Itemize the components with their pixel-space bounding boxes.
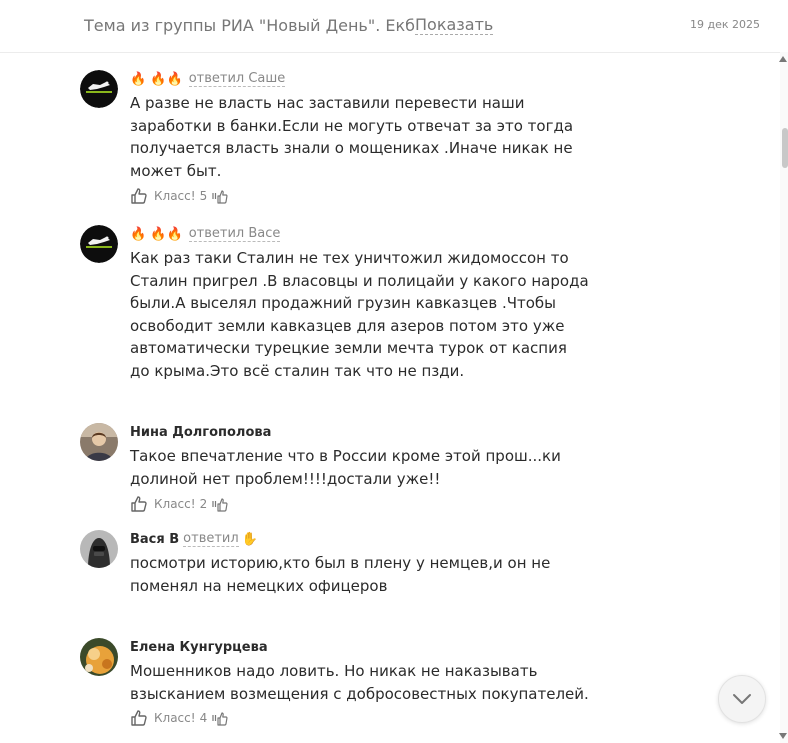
fire-emoji-icon: 🔥 🔥🔥 <box>130 226 183 242</box>
topic-header: Тема из группы РИА "Новый День". Екб Пок… <box>0 0 780 53</box>
post-date: 19 дек 2025 <box>689 18 760 31</box>
avatar[interactable] <box>80 225 118 263</box>
comment-author[interactable]: Вася В <box>130 532 179 547</box>
scroll-down-arrow-icon[interactable] <box>779 733 787 739</box>
thumbs-up-icon <box>131 496 147 512</box>
avatar[interactable] <box>80 423 118 461</box>
comment-header: 🔥 🔥🔥 ответил Саше <box>130 70 286 88</box>
avatar[interactable] <box>80 638 118 676</box>
show-link[interactable]: Показать <box>415 16 494 35</box>
comment-author[interactable]: Елена Кунгурцева <box>130 640 268 655</box>
avatar-logo-icon <box>80 225 118 263</box>
comment-text: Как раз таки Сталин не тех уничтожил жид… <box>130 249 589 380</box>
avatar-photo-icon <box>80 638 118 676</box>
class-share-icon <box>212 498 228 512</box>
chevron-down-icon <box>733 694 751 704</box>
klass-count: 5 <box>199 189 208 203</box>
comment-author[interactable]: Нина Долгополова <box>130 425 271 440</box>
klass-count: 4 <box>199 711 208 725</box>
avatar-photo-icon <box>80 423 118 461</box>
klass-button[interactable]: Класс! 5 <box>130 187 228 205</box>
avatar[interactable] <box>80 70 118 108</box>
comment-text: Мошенников надо ловить. Но никак не нака… <box>130 662 589 703</box>
hand-emoji-icon: ✋ <box>241 531 258 547</box>
thumbs-up-icon <box>131 710 147 726</box>
klass-label: Класс! <box>154 711 196 725</box>
comment-text: Такое впечатление что в России кроме это… <box>130 447 561 488</box>
thumbs-up-icon <box>131 188 147 204</box>
reply-target-link[interactable]: ответил Саше <box>188 71 286 87</box>
reply-target-link[interactable]: ответил <box>183 531 239 547</box>
scroll-up-arrow-icon[interactable] <box>779 56 787 62</box>
topic-title: Тема из группы РИА "Новый День". Екб <box>84 16 416 35</box>
klass-button[interactable]: Класс! 4 <box>130 709 228 727</box>
klass-count: 2 <box>199 497 208 511</box>
scrollbar-thumb[interactable] <box>782 128 788 168</box>
klass-button[interactable]: Класс! 2 <box>130 495 228 513</box>
comment-header: Вася В ответил ✋ <box>130 530 260 548</box>
comment-header: 🔥 🔥🔥 ответил Васе <box>130 225 281 243</box>
class-share-icon <box>212 190 228 204</box>
comment-text: посмотри историю,кто был в плену у немце… <box>130 554 551 595</box>
avatar-photo-icon <box>80 530 118 568</box>
comment-text: А разве не власть нас заставили перевест… <box>130 94 574 180</box>
reply-target-link[interactable]: ответил Васе <box>188 226 281 242</box>
class-share-icon <box>212 712 228 726</box>
klass-label: Класс! <box>154 497 196 511</box>
fire-emoji-icon: 🔥 🔥🔥 <box>130 71 183 87</box>
klass-label: Класс! <box>154 189 196 203</box>
avatar-logo-icon <box>80 70 118 108</box>
avatar[interactable] <box>80 530 118 568</box>
comment-header: Нина Долгополова <box>130 423 271 441</box>
comment-header: Елена Кунгурцева <box>130 638 268 656</box>
scroll-down-button[interactable] <box>718 675 766 723</box>
